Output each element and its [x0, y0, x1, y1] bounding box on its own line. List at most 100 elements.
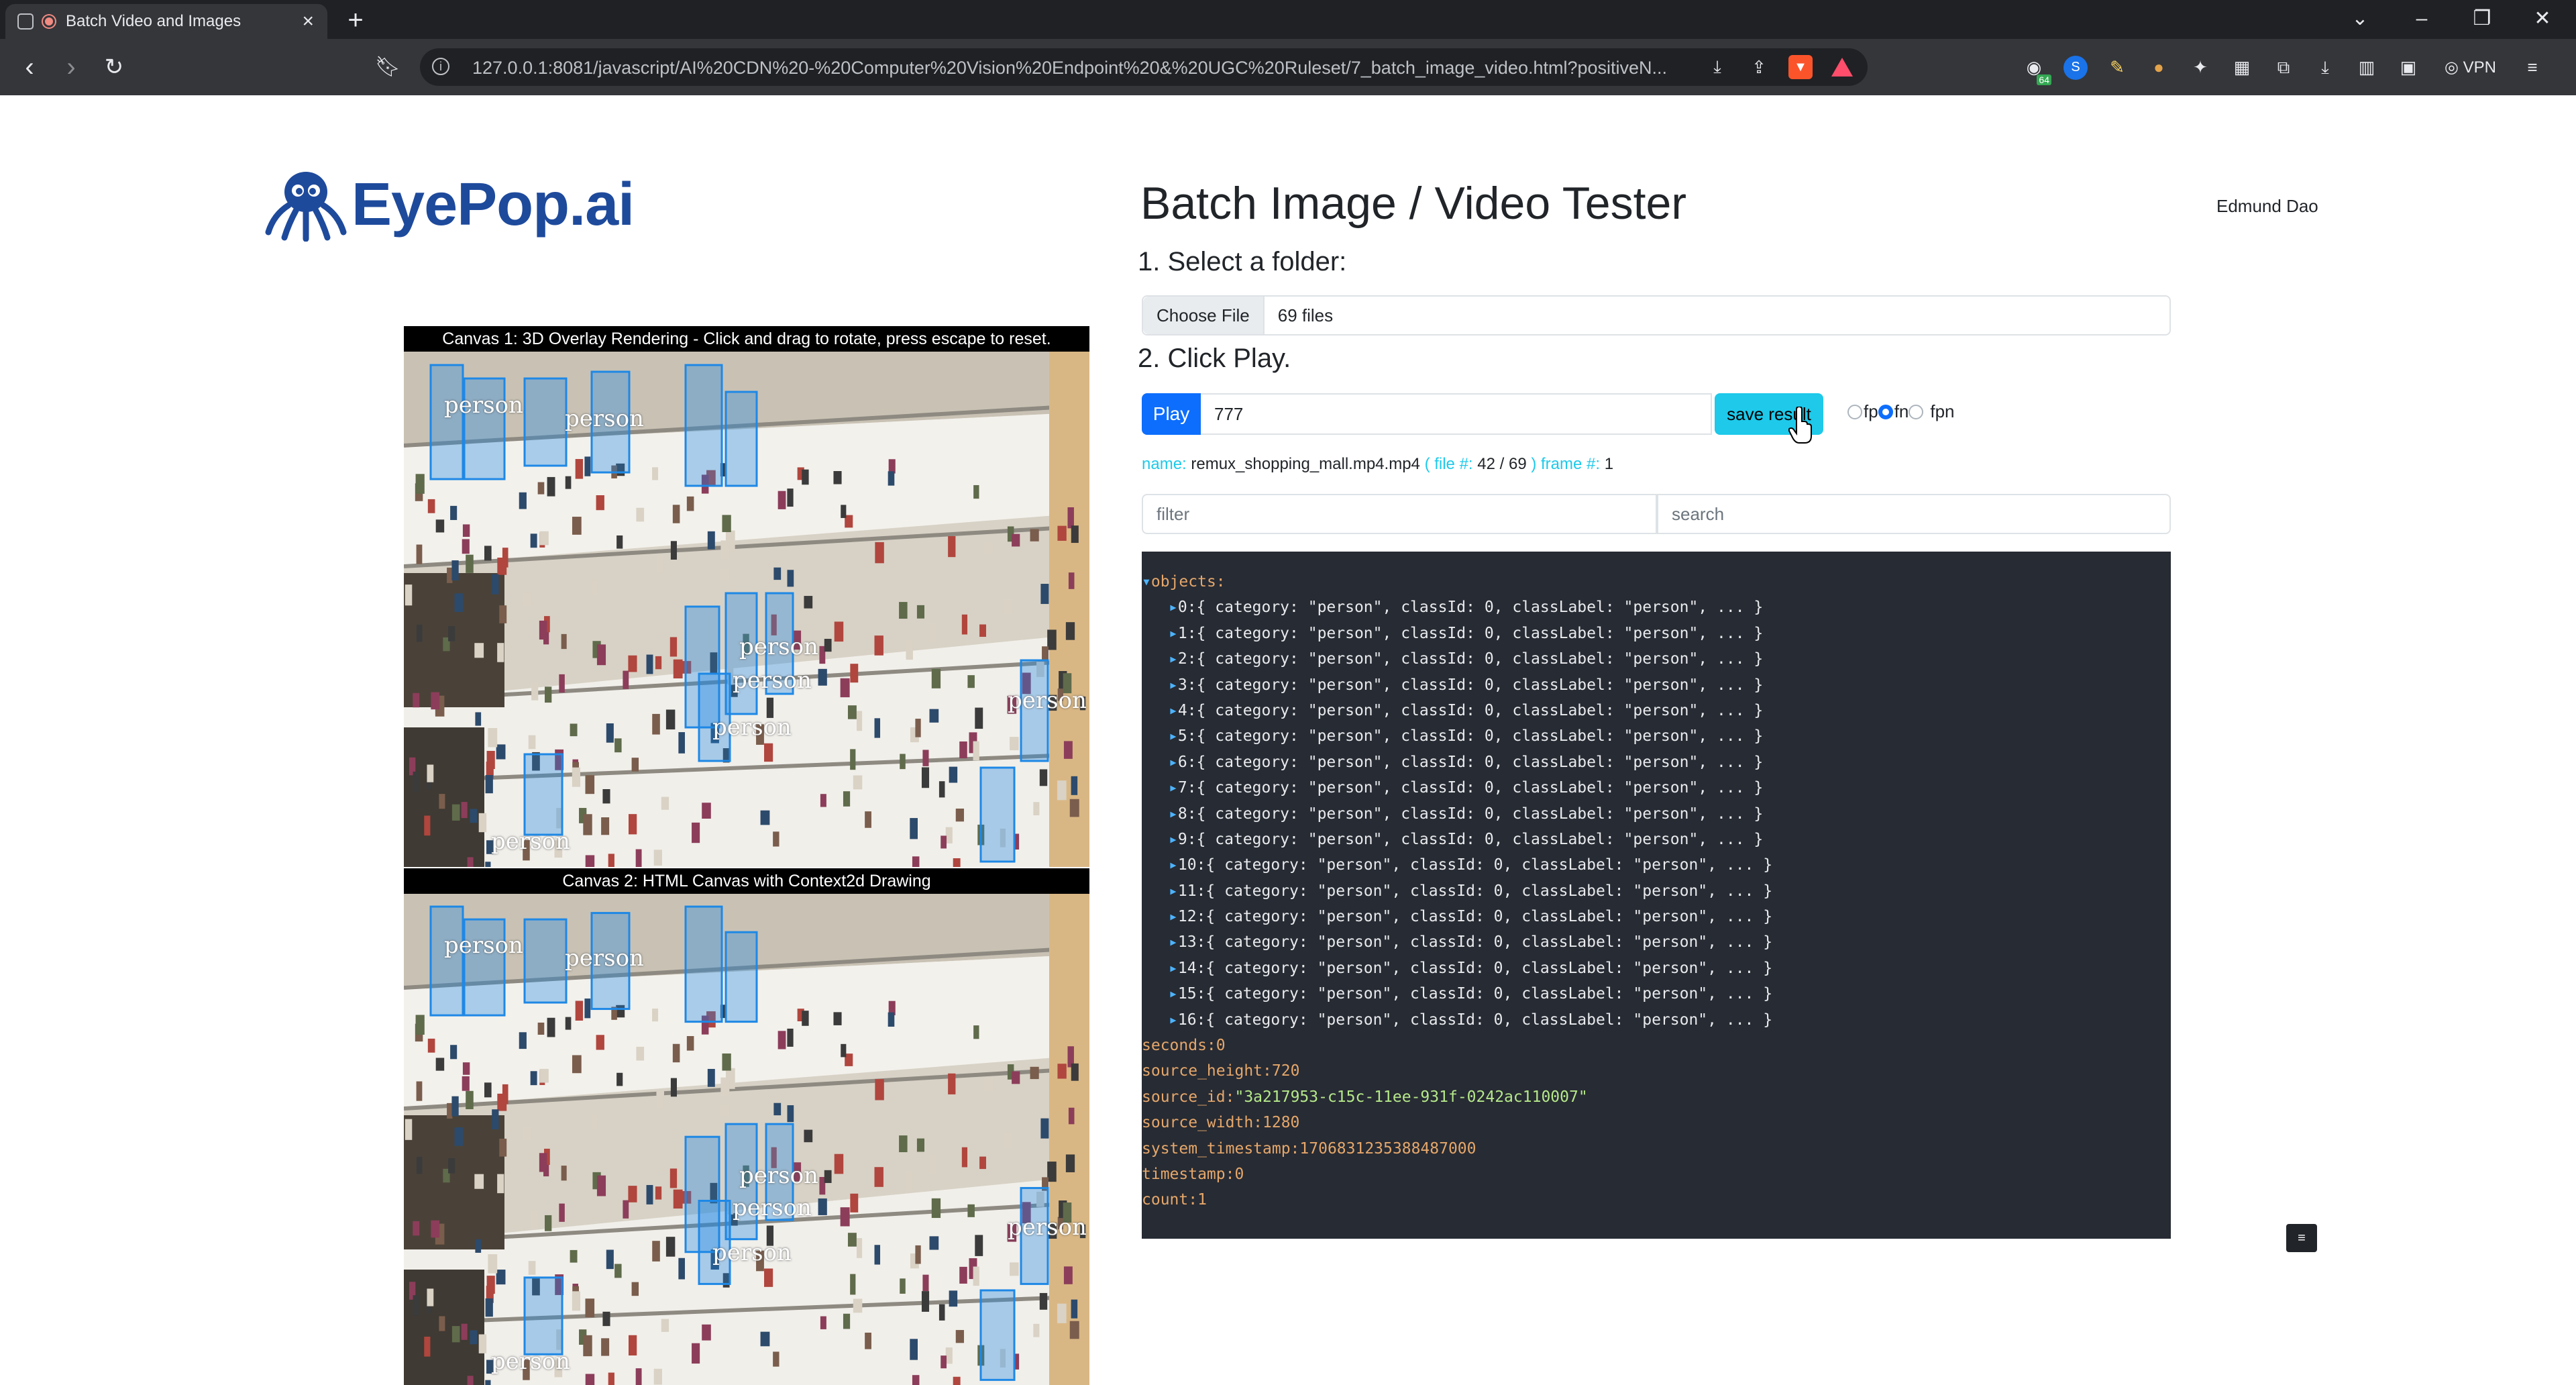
object-summary: 3:{ category: "person", classId: 0, clas… [1177, 676, 1764, 694]
field-value: 1280 [1263, 1114, 1300, 1132]
logo-eye: Eye [352, 170, 458, 238]
collapse-toggle-icon[interactable]: ▸ [1169, 754, 1178, 771]
object-row[interactable]: ▸3:{ category: "person", classId: 0, cla… [1142, 672, 2171, 698]
step-2-heading: 2. Click Play. [1138, 344, 1291, 373]
collapse-toggle-icon[interactable]: ▸ [1169, 599, 1178, 616]
detection-label: person [733, 667, 812, 694]
brave-rewards-icon[interactable] [1830, 55, 1854, 79]
object-summary: 6:{ category: "person", classId: 0, clas… [1177, 753, 1764, 771]
collapse-toggle-icon[interactable]: ▸ [1169, 856, 1178, 874]
puzzle-piece-extension-icon[interactable]: ✦ [2188, 56, 2212, 80]
field-row: count:1 [1142, 1187, 2171, 1213]
collapse-toggle-icon[interactable]: ▸ [1169, 960, 1178, 977]
collapse-toggle-icon[interactable]: ▸ [1169, 625, 1178, 642]
filter-input[interactable] [1142, 494, 1657, 534]
object-row[interactable]: ▸0:{ category: "person", classId: 0, cla… [1142, 595, 2171, 620]
play-value-input[interactable] [1201, 393, 1712, 435]
close-tab-icon[interactable]: × [302, 10, 314, 33]
object-row[interactable]: ▸8:{ category: "person", classId: 0, cla… [1142, 801, 2171, 827]
menu-toggle-button[interactable]: ≡ [2286, 1224, 2317, 1252]
collapse-toggle-icon[interactable]: ▸ [1169, 908, 1178, 925]
canvas-2[interactable]: Canvas 2: HTML Canvas with Context2d Dra… [404, 868, 1089, 1385]
browser-tab[interactable]: Batch Video and Images × [5, 4, 327, 39]
detection-label: person [444, 932, 523, 960]
canvas-2-image[interactable]: person person person person person person pers… [404, 894, 1089, 1385]
object-row[interactable]: ▸6:{ category: "person", classId: 0, cla… [1142, 750, 2171, 775]
vpn-button[interactable]: ◎ VPN [2438, 55, 2503, 80]
extension-badge-icon[interactable]: ◉ 64 [2022, 56, 2051, 85]
result-type-radio-group: fp fn fpn [1847, 401, 1955, 422]
sync-extension-icon[interactable]: S [2063, 55, 2088, 80]
json-result-viewer[interactable]: ▾objects: ▸0:{ category: "person", class… [1142, 552, 2171, 1239]
collapse-toggle-icon[interactable]: ▸ [1169, 650, 1178, 668]
search-input[interactable] [1657, 494, 2171, 534]
field-row: source_id:"3a217953-c15c-11ee-931f-0242a… [1142, 1084, 2171, 1110]
eyepop-logo[interactable]: EyePop.ai [264, 168, 635, 242]
sidebar-icon[interactable]: ▥ [2355, 56, 2379, 80]
collapse-toggle-icon[interactable]: ▸ [1169, 727, 1178, 745]
keyboard-extension-icon[interactable]: ▦ [2230, 56, 2254, 80]
play-button[interactable]: Play [1142, 393, 1201, 435]
back-arrow-icon[interactable]: ‹ [9, 51, 50, 83]
file-meta-line: name: remux_shopping_mall.mp4.mp4 ( file… [1142, 455, 1613, 474]
object-row[interactable]: ▸11:{ category: "person", classId: 0, cl… [1142, 878, 2171, 904]
user-name[interactable]: Edmund Dao [2216, 196, 2318, 217]
pencil-extension-icon[interactable]: ✎ [2105, 56, 2129, 80]
info-icon[interactable]: i [432, 58, 449, 75]
download-icon[interactable]: ⤓ [2313, 56, 2337, 80]
collapse-toggle-icon[interactable]: ▸ [1169, 831, 1178, 848]
collapse-toggle-icon[interactable]: ▸ [1169, 1011, 1178, 1029]
minimize-window-button[interactable]: – [2402, 4, 2442, 34]
collapse-toggle-icon[interactable]: ▸ [1169, 702, 1178, 719]
object-row[interactable]: ▸10:{ category: "person", classId: 0, cl… [1142, 852, 2171, 878]
hamburger-menu-icon[interactable]: ≡ [2520, 56, 2544, 80]
choose-file-button[interactable]: Choose File [1143, 297, 1265, 334]
object-row[interactable]: ▸13:{ category: "person", classId: 0, cl… [1142, 929, 2171, 955]
object-row[interactable]: ▸14:{ category: "person", classId: 0, cl… [1142, 956, 2171, 981]
folder-file-input[interactable]: Choose File 69 files [1142, 295, 2171, 336]
detection-label: person [1008, 1213, 1087, 1241]
collapse-toggle-icon[interactable]: ▸ [1169, 882, 1178, 900]
objects-node[interactable]: ▾objects: [1142, 569, 2171, 595]
object-row[interactable]: ▸5:{ category: "person", classId: 0, cla… [1142, 723, 2171, 749]
extensions-icon[interactable]: ⧉ [2271, 56, 2296, 80]
tab-search-chevron-icon[interactable]: ⌄ [2340, 4, 2380, 34]
wallet-icon[interactable]: ▣ [2396, 56, 2420, 80]
object-row[interactable]: ▸2:{ category: "person", classId: 0, cla… [1142, 646, 2171, 672]
collapse-toggle-icon[interactable]: ▸ [1169, 779, 1178, 797]
object-row[interactable]: ▸15:{ category: "person", classId: 0, cl… [1142, 981, 2171, 1007]
bookmark-icon[interactable]: 🔖︎ [368, 51, 408, 83]
recording-indicator-icon [43, 15, 55, 28]
object-row[interactable]: ▸16:{ category: "person", classId: 0, cl… [1142, 1007, 2171, 1033]
object-row[interactable]: ▸12:{ category: "person", classId: 0, cl… [1142, 904, 2171, 929]
object-summary: 1:{ category: "person", classId: 0, clas… [1177, 624, 1764, 642]
address-bar[interactable]: i 127.0.0.1:8081/javascript/AI%20CDN%20-… [420, 48, 1868, 86]
collapse-toggle-icon[interactable]: ▸ [1169, 933, 1178, 951]
new-tab-button[interactable]: + [341, 7, 370, 36]
object-row[interactable]: ▸1:{ category: "person", classId: 0, cla… [1142, 621, 2171, 646]
download-icon[interactable]: ⤓ [1705, 55, 1729, 79]
expand-toggle-icon[interactable]: ▾ [1142, 573, 1151, 591]
octopus-logo-icon [265, 172, 347, 242]
close-window-button[interactable]: ✕ [2522, 4, 2563, 34]
brave-shield-icon[interactable]: ▼ [1788, 55, 1813, 79]
canvas-1-image[interactable]: person person person person person person pers… [404, 352, 1089, 867]
collapse-toggle-icon[interactable]: ▸ [1169, 805, 1178, 823]
field-row: source_width:1280 [1142, 1110, 2171, 1135]
fp-radio[interactable] [1847, 404, 1862, 419]
share-icon[interactable]: ⇪ [1747, 55, 1771, 79]
object-row[interactable]: ▸7:{ category: "person", classId: 0, cla… [1142, 775, 2171, 801]
object-summary: 16:{ category: "person", classId: 0, cla… [1177, 1011, 1773, 1029]
field-row: system_timestamp:1706831235388487000 [1142, 1136, 2171, 1162]
fn-radio[interactable] [1878, 404, 1893, 419]
fpn-radio[interactable] [1909, 404, 1924, 419]
canvas-1[interactable]: Canvas 1: 3D Overlay Rendering - Click a… [404, 326, 1089, 867]
reload-icon[interactable]: ↻ [94, 51, 134, 83]
collapse-toggle-icon[interactable]: ▸ [1169, 676, 1178, 694]
object-row[interactable]: ▸4:{ category: "person", classId: 0, cla… [1142, 698, 2171, 723]
collapse-toggle-icon[interactable]: ▸ [1169, 985, 1178, 1003]
restore-window-button[interactable]: ❐ [2462, 4, 2502, 34]
forward-arrow-icon[interactable]: › [51, 51, 91, 83]
object-row[interactable]: ▸9:{ category: "person", classId: 0, cla… [1142, 827, 2171, 852]
cookie-extension-icon[interactable]: ● [2147, 56, 2171, 80]
